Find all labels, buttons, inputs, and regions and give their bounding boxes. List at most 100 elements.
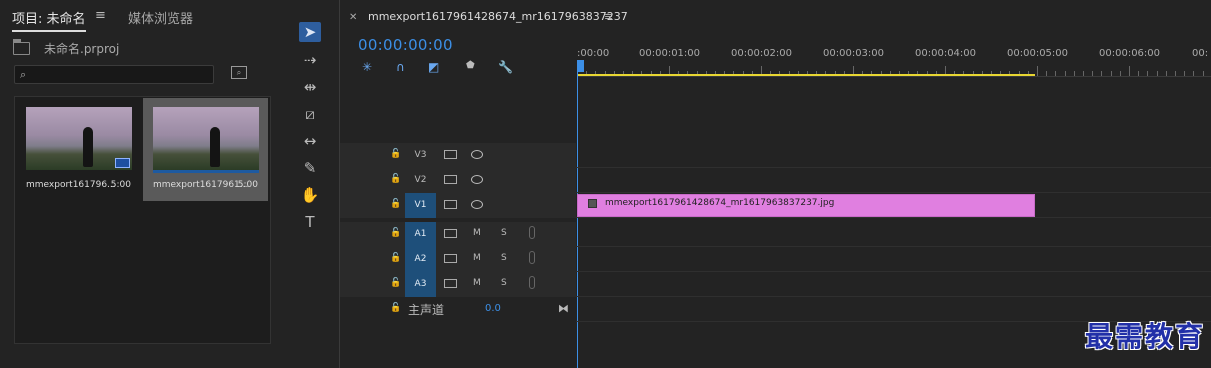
solo-button[interactable]: S [501, 228, 507, 238]
solo-button[interactable]: S [501, 278, 507, 288]
mic-icon[interactable] [529, 251, 535, 264]
lock-icon[interactable]: 🔓 [390, 199, 401, 209]
lock-icon[interactable]: 🔓 [390, 303, 401, 313]
project-footer-toolbar [14, 356, 154, 368]
ruler-label: 00: [1192, 48, 1209, 59]
time-ruler[interactable]: :00:00 00:00:01:00 00:00:02:00 00:00:03:00 0… [577, 44, 1211, 77]
eye-icon[interactable] [471, 200, 483, 209]
master-volume-value[interactable]: 0.0 [485, 303, 501, 314]
mute-button[interactable]: M [473, 278, 481, 288]
ripple-edit-tool-icon[interactable]: ⇹ [299, 77, 321, 97]
track-header: 🔓 A3 M S [340, 272, 576, 297]
go-to-edit-icon[interactable]: ⧓ [558, 302, 569, 315]
sync-lock-icon[interactable] [444, 254, 457, 263]
timecode-display[interactable]: 00:00:00:00 [358, 36, 453, 54]
razor-tool-icon[interactable]: ⧄ [299, 104, 321, 124]
mic-icon[interactable] [529, 276, 535, 289]
sequence-tab[interactable]: mmexport1617961428674_mr1617963837237 [368, 10, 628, 23]
clip-item[interactable]: mmexport161796... 5:00 [16, 98, 141, 201]
ruler-tick [1083, 71, 1084, 76]
find-icon[interactable]: ⌕ [231, 66, 247, 79]
ruler-tick [1193, 71, 1195, 76]
sync-lock-icon[interactable] [444, 175, 457, 184]
track-target-button[interactable]: V2 [405, 168, 436, 193]
track-area: 🔓 V3 🔓 V2 🔓 V1 🔓 A1 M S 🔓 A2 M S 🔓 A3 M S 🔓 主声道 0.0 ⧓ [340, 143, 1211, 323]
track-header: 🔓 V3 [340, 143, 576, 168]
audio-track: 🔓 A2 M S [340, 247, 1211, 272]
timeline-clip-v1[interactable]: mmexport1617961428674_mr1617963837237.jp… [577, 194, 1035, 217]
track-header: 🔓 V1 [340, 193, 576, 218]
hand-tool-icon[interactable]: ✋ [299, 185, 321, 205]
mute-button[interactable]: M [473, 253, 481, 263]
sequence-badge-icon [115, 158, 130, 168]
lock-icon[interactable]: 🔓 [390, 149, 401, 159]
clip-item[interactable]: mmexport1617961... 5:00 [143, 98, 268, 201]
track-header: 🔓 V2 [340, 168, 576, 193]
ruler-tick [1073, 71, 1075, 76]
sync-lock-icon[interactable] [444, 279, 457, 288]
track-header: 🔓 A2 M S [340, 247, 576, 272]
ruler-label: 00:00:06:00 [1099, 48, 1161, 59]
panel-menu-icon[interactable]: ≡ [95, 8, 106, 23]
timeline-clip-name: mmexport1617961428674_mr1617963837237.jp… [605, 198, 835, 208]
track-target-button[interactable]: A1 [405, 222, 436, 247]
ruler-label: 00:00:04:00 [915, 48, 977, 59]
video-track: 🔓 V2 [340, 168, 1211, 193]
lock-icon[interactable]: 🔓 [390, 228, 401, 238]
ruler-tick [1092, 71, 1094, 76]
watermark: 最需教育 [1084, 320, 1205, 353]
lock-icon[interactable]: 🔓 [390, 278, 401, 288]
linked-selection-icon[interactable]: ◩ [428, 60, 439, 74]
ruler-tick [1175, 71, 1176, 76]
settings-wrench-icon[interactable]: 🔧 [498, 60, 513, 74]
mute-button[interactable]: M [473, 228, 481, 238]
track-target-button[interactable]: A3 [405, 272, 436, 297]
sync-lock-icon[interactable] [444, 150, 457, 159]
eye-icon[interactable] [471, 175, 483, 184]
video-track: 🔓 V3 [340, 143, 1211, 168]
image-clip-icon [588, 199, 597, 208]
ruler-tick [1156, 71, 1158, 76]
pen-tool-icon[interactable]: ✎ [299, 158, 321, 178]
clip-name: mmexport161796... [26, 180, 116, 190]
clip-usage-bar [153, 170, 259, 173]
snap-magnet-icon[interactable]: ∩ [396, 60, 405, 74]
search-input[interactable]: ⌕ [14, 65, 214, 84]
close-icon[interactable]: ✕ [349, 12, 357, 23]
selection-tool-icon[interactable]: ➤ [299, 22, 321, 42]
track-header: 🔓 主声道 0.0 ⧓ [340, 297, 576, 322]
project-folder-icon [13, 39, 30, 55]
sync-lock-icon[interactable] [444, 200, 457, 209]
sync-lock-icon[interactable] [444, 229, 457, 238]
slip-tool-icon[interactable]: ↔ [299, 131, 321, 151]
work-area-bar[interactable] [577, 74, 1035, 76]
nest-icon[interactable]: ✳ [362, 60, 372, 74]
clip-thumbnail [153, 107, 259, 170]
clip-duration: 5:00 [237, 180, 258, 190]
lock-icon[interactable]: 🔓 [390, 253, 401, 263]
ruler-tick [1101, 71, 1103, 76]
track-target-button[interactable]: A2 [405, 247, 436, 272]
ruler-label: 00:00:01:00 [639, 48, 701, 59]
track-target-button[interactable]: V1 [405, 193, 436, 218]
solo-button[interactable]: S [501, 253, 507, 263]
search-icon: ⌕ [20, 68, 27, 81]
ruler-tick [1165, 71, 1167, 76]
track-target-button[interactable]: V3 [405, 143, 436, 168]
track-select-tool-icon[interactable]: ⇢ [299, 50, 321, 70]
type-tool-icon[interactable]: T [299, 212, 321, 232]
tab-project[interactable]: 项目: 未命名 [12, 8, 86, 32]
ruler-tick [1119, 71, 1121, 76]
add-marker-icon[interactable]: ⬟ [466, 60, 475, 71]
lock-icon[interactable]: 🔓 [390, 174, 401, 184]
playhead[interactable] [577, 60, 584, 72]
panel-menu-icon[interactable]: ≡ [604, 10, 613, 23]
tab-media-browser[interactable]: 媒体浏览器 [128, 8, 193, 27]
clip-name: mmexport1617961... [153, 180, 249, 190]
eye-icon[interactable] [471, 150, 483, 159]
tools-panel: ➤ ⇢ ⇹ ⧄ ↔ ✎ ✋ T [287, 0, 335, 368]
project-file-name: 未命名.prproj [44, 42, 120, 56]
mic-icon[interactable] [529, 226, 535, 239]
project-panel: 项目: 未命名 ≡ 媒体浏览器 未命名.prproj ⌕ ⌕ mmexport1… [0, 0, 284, 368]
ruler-label: 00:00:03:00 [823, 48, 885, 59]
